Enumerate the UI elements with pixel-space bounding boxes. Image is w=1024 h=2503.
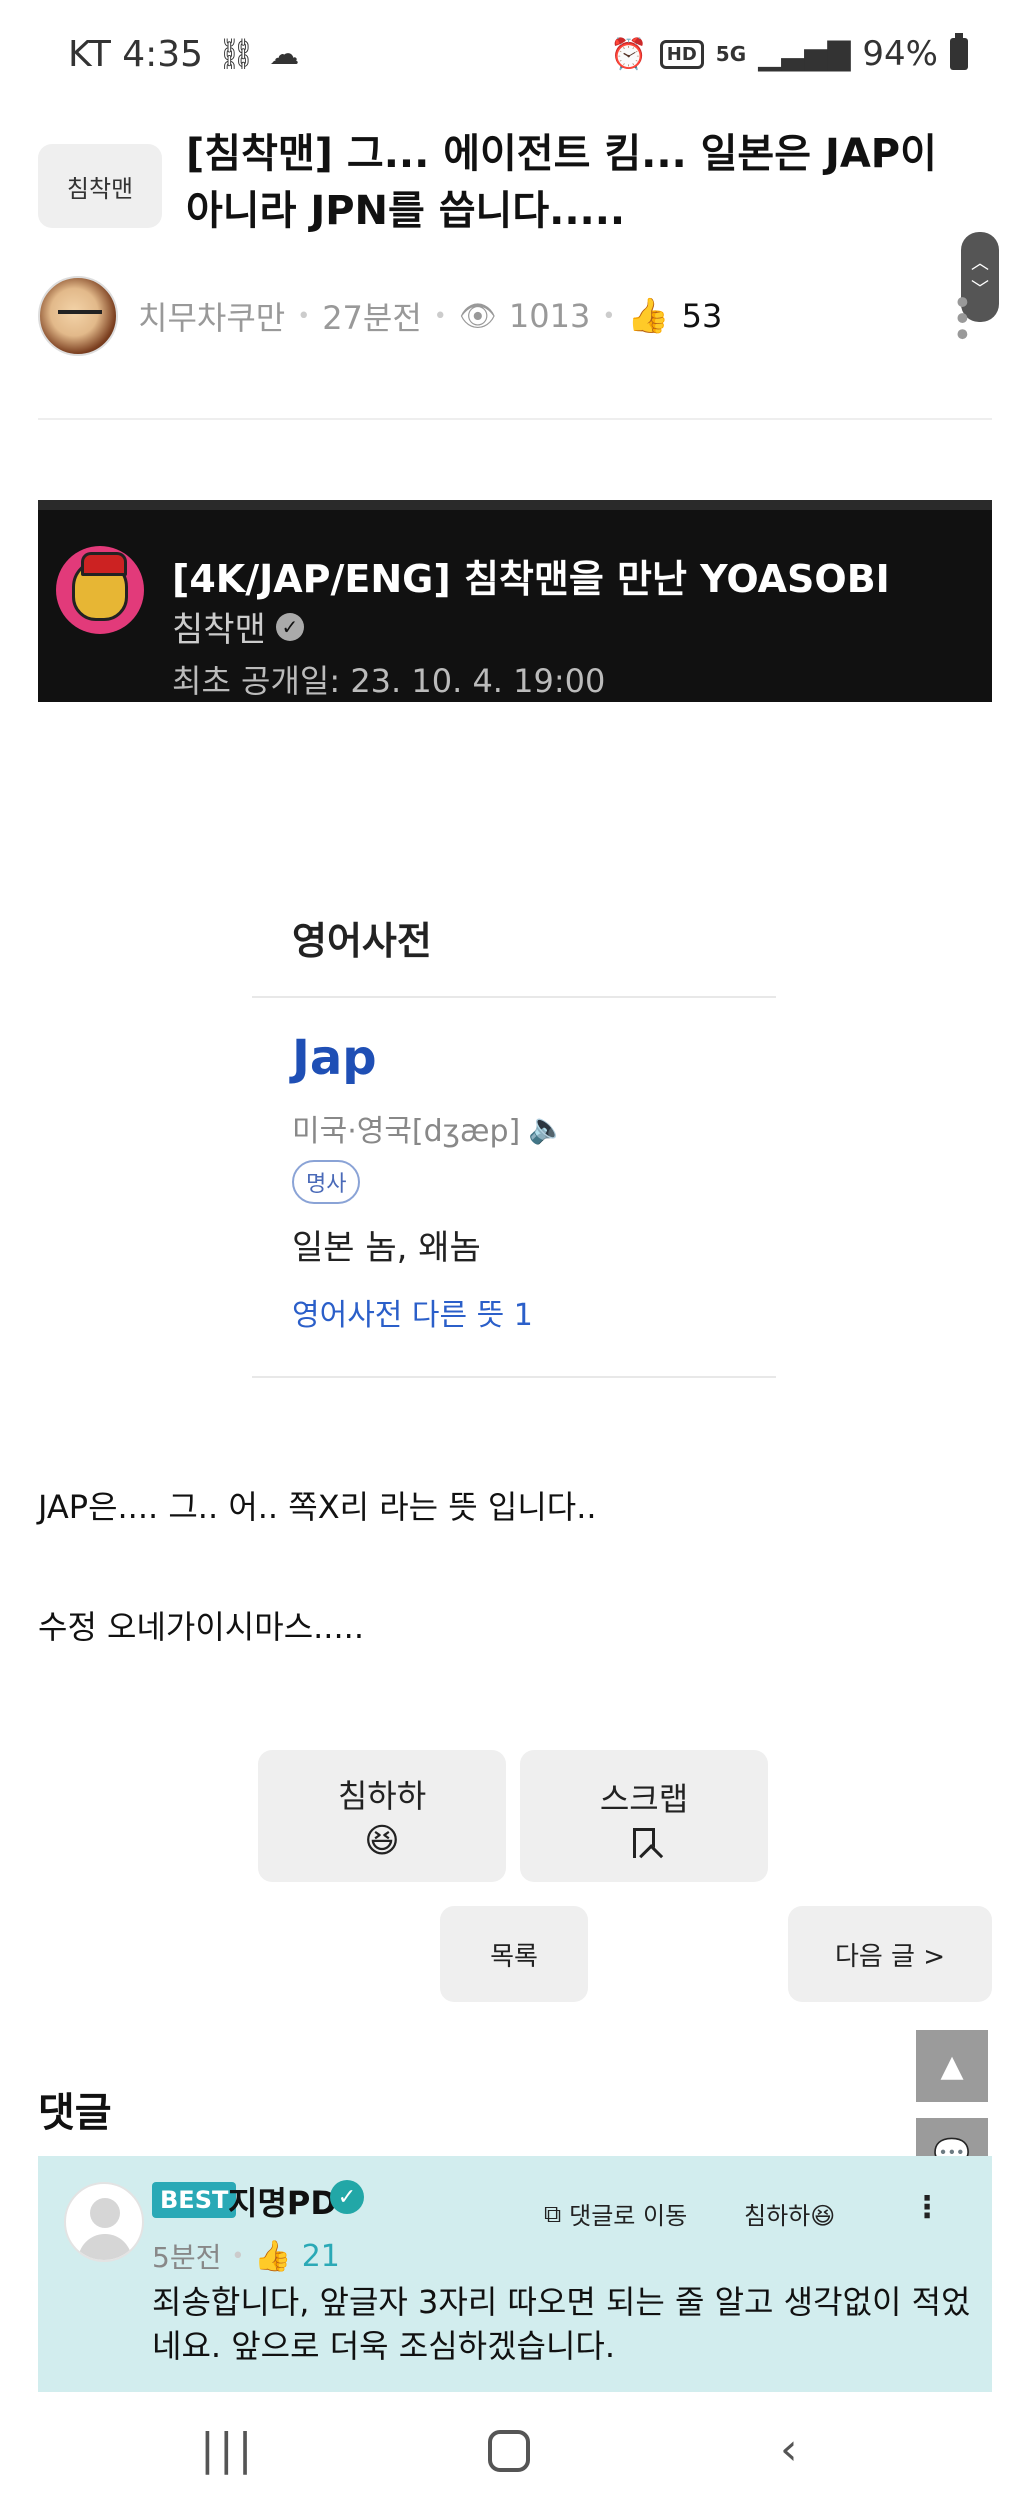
channel-name: 침착맨 — [172, 610, 266, 650]
video-channel: 침착맨 ✓ — [172, 602, 304, 651]
body-line-1: JAP은.... 그.. 어.. 쪽X리 라는 뜻 입니다.. — [38, 1488, 597, 1526]
dictionary-pronunciation: 미국·영국[dʒæp] 🔈 — [292, 1106, 566, 1150]
recent-apps-icon[interactable]: ||| — [200, 2424, 256, 2475]
commenter-avatar[interactable] — [64, 2182, 144, 2262]
dictionary-divider-bottom — [252, 1376, 776, 1378]
separator-dot: • — [602, 303, 616, 329]
part-of-speech-badge: 명사 — [292, 1160, 361, 1204]
battery-icon — [950, 33, 968, 70]
dictionary-meaning: 일본 놈, 왜놈 — [292, 1228, 481, 1268]
post-title: [침착맨] 그... 에이전트 킴... 일본은 JAP이 아니라 JPN를 씁… — [186, 131, 937, 234]
network-type: 5G — [715, 42, 747, 66]
pronunciation-text: 미국·영국[dʒæp] — [292, 1114, 521, 1149]
dictionary-word: Jap — [292, 1030, 377, 1086]
status-bar: KT 4:35 ⛓ ☁ ⏰ HD 5G ▁▃▅▇ 94% — [0, 0, 1024, 110]
comment-time: 5분전 — [152, 2241, 222, 2274]
dictionary-more-link: 영어사전 다른 뜻 1 — [292, 1298, 533, 1333]
like-count: 53 — [681, 297, 723, 335]
goto-comment-link[interactable]: ⧉ 댓글로 이동 — [544, 2196, 687, 2231]
video-premiere-date: 최초 공개일: 23. 10. 4. 19:00 — [172, 662, 606, 700]
arrow-up-icon: ▲ — [940, 2048, 964, 2084]
chevron-up-icon: ︿ — [971, 253, 989, 274]
header-divider — [38, 418, 992, 420]
video-title: [4K/JAP/ENG] 침착맨을 만난 YOASOBI — [172, 557, 890, 601]
cloud-icon: ☁ — [269, 37, 300, 72]
separator-dot: • — [231, 2243, 245, 2269]
comment-like-count: 21 — [301, 2238, 340, 2274]
bookmark-icon — [633, 1828, 655, 1858]
thumbs-up-icon: 👍 — [254, 2238, 292, 2274]
home-icon[interactable] — [488, 2430, 530, 2472]
next-post-button[interactable]: 다음 글 > — [788, 1906, 992, 2002]
post-time: 27분전 — [322, 299, 422, 337]
back-icon[interactable]: ‹ — [780, 2424, 798, 2475]
speaker-icon: 🔈 — [528, 1110, 566, 1146]
author-avatar[interactable] — [38, 276, 118, 356]
best-badge: BEST — [152, 2182, 237, 2218]
video-embed[interactable]: [4K/JAP/ENG] 침착맨을 만난 YOASOBI 침착맨 ✓ 최초 공개… — [38, 500, 992, 702]
comment-author[interactable]: 지명PD — [228, 2178, 337, 2224]
alarm-icon: ⏰ — [610, 36, 648, 72]
comment-item: BEST 지명PD ✓ ⧉ 댓글로 이동 침하하😆 ⋮ 5분전 • 👍 21 죄… — [38, 2156, 992, 2392]
thumbs-up-icon: 👍 — [627, 296, 670, 336]
channel-logo-face — [72, 552, 128, 621]
comment-react-button[interactable]: 침하하😆 — [744, 2196, 835, 2231]
separator-dot: • — [433, 303, 447, 329]
comment-more-icon[interactable]: ⋮ — [912, 2190, 942, 2225]
goto-comment-label: 댓글로 이동 — [569, 2202, 688, 2230]
scrap-button[interactable]: 스크랩 — [520, 1750, 768, 1882]
comments-title: 댓글 — [38, 2090, 112, 2136]
separator-dot: • — [297, 303, 311, 329]
external-link-icon: ⧉ — [544, 2199, 562, 2228]
post-meta: 치무차쿠만 • 27분전 • 👁 1013 • 👍 53 — [38, 276, 998, 356]
meta-text: 치무차쿠만 • 27분전 • 👁 1013 • 👍 53 — [138, 293, 722, 339]
body-line-2: 수정 오네가이시마스..... — [38, 1608, 364, 1646]
eye-icon: 👁 — [458, 298, 497, 334]
hd-badge: HD — [659, 39, 704, 69]
scrap-label: 스크랩 — [599, 1780, 689, 1818]
verified-icon: ✓ — [330, 2180, 364, 2214]
react-button[interactable]: 침하하 😆 — [258, 1750, 506, 1882]
view-count: 1013 — [508, 297, 591, 335]
status-right: ⏰ HD 5G ▁▃▅▇ 94% — [610, 33, 968, 74]
react-label: 침하하 — [337, 1777, 427, 1815]
link-icon: ⛓ — [217, 37, 256, 72]
system-nav-bar: ||| ‹ — [0, 2400, 1024, 2503]
comment-meta: 5분전 • 👍 21 — [152, 2236, 340, 2276]
carrier-time: KT 4:35 — [68, 34, 204, 75]
verified-icon: ✓ — [275, 612, 304, 641]
dictionary-card: 영어사전 Jap 미국·영국[dʒæp] 🔈 명사 일본 놈, 왜놈 영어사전 … — [252, 880, 776, 1380]
more-options-icon[interactable]: ••• — [941, 292, 981, 340]
category-chip[interactable]: 침착맨 — [38, 144, 162, 228]
battery-percent: 94% — [862, 34, 938, 74]
status-left: KT 4:35 ⛓ ☁ — [68, 34, 299, 75]
list-button[interactable]: 목록 — [440, 1906, 588, 2002]
comment-text: 죄송합니다, 앞글자 3자리 따오면 되는 줄 알고 생각없이 적었네요. 앞으… — [152, 2283, 971, 2365]
dictionary-divider — [252, 996, 776, 998]
signal-icon: ▁▃▅▇ — [758, 36, 851, 72]
scroll-top-button[interactable]: ▲ — [916, 2030, 988, 2102]
laugh-emoji-icon: 😆 — [364, 1821, 400, 1861]
dictionary-heading: 영어사전 — [292, 919, 432, 963]
author-name[interactable]: 치무차쿠만 — [138, 293, 285, 339]
channel-logo — [56, 546, 144, 634]
